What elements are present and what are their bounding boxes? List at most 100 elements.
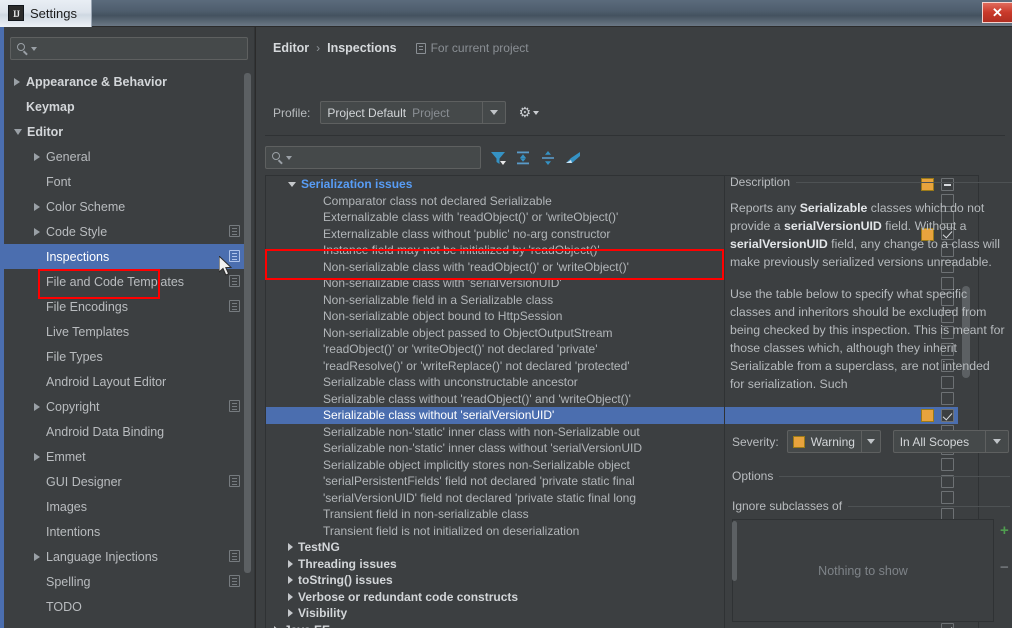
project-icon	[415, 42, 426, 54]
sidebar-item-android-layout-editor[interactable]: Android Layout Editor	[0, 369, 250, 394]
panel-divider	[724, 175, 725, 628]
sidebar-item-file-and-code-templates[interactable]: File and Code Templates	[0, 269, 250, 294]
sidebar-item-font[interactable]: Font	[0, 169, 250, 194]
inspection-label: Serializable non-'static' inner class wi…	[323, 441, 643, 456]
divider-line	[779, 475, 1010, 477]
inspection-details-panel: Description Reports any Serializable cla…	[730, 175, 1012, 628]
chevron-right-icon[interactable]	[34, 552, 40, 561]
copy-settings-icon[interactable]	[229, 475, 240, 487]
chevron-down-icon[interactable]	[14, 128, 22, 135]
reset-icon[interactable]	[564, 149, 582, 167]
sidebar-item-label: Inspections	[46, 249, 110, 264]
sidebar-item-live-templates[interactable]: Live Templates	[0, 319, 250, 344]
sidebar-item-inspections[interactable]: Inspections	[0, 244, 250, 269]
profile-label: Profile:	[273, 105, 311, 120]
sidebar-item-label: File Types	[46, 349, 103, 364]
scope-select[interactable]: In All Scopes	[892, 430, 1009, 453]
sidebar-item-label: Copyright	[46, 399, 100, 414]
sidebar-item-keymap[interactable]: Keymap	[0, 94, 250, 119]
chevron-right-icon[interactable]	[34, 402, 40, 411]
ignore-subclasses-table[interactable]: Nothing to show	[732, 519, 994, 622]
profile-gear-button[interactable]: ⚙	[518, 105, 540, 119]
copy-settings-icon[interactable]	[229, 550, 240, 562]
sidebar-item-android-data-binding[interactable]: Android Data Binding	[0, 419, 250, 444]
sidebar-item-label: Code Style	[46, 224, 108, 239]
sidebar-item-todo[interactable]: TODO	[0, 594, 250, 619]
copy-settings-icon[interactable]	[229, 250, 240, 262]
profile-select[interactable]: Project Default Project	[320, 101, 507, 124]
chevron-down-icon[interactable]	[984, 431, 1008, 452]
sidebar-item-copyright[interactable]: Copyright	[0, 394, 250, 419]
filter-icon[interactable]	[489, 149, 507, 167]
sidebar-item-intentions[interactable]: Intentions	[0, 519, 250, 544]
search-icon	[17, 43, 28, 54]
description-text: Reports any	[730, 201, 800, 215]
breadcrumb-current: Inspections	[327, 41, 397, 55]
sidebar-item-images[interactable]: Images	[0, 494, 250, 519]
sidebar-scrollbar[interactable]	[244, 73, 251, 573]
sidebar-item-file-encodings[interactable]: File Encodings	[0, 294, 250, 319]
chevron-right-icon[interactable]	[288, 576, 293, 585]
chevron-right-icon[interactable]	[14, 77, 20, 86]
severity-label: Severity:	[732, 434, 779, 449]
chevron-right-icon[interactable]	[288, 609, 293, 618]
sidebar-item-label: GUI Designer	[46, 474, 122, 489]
emphasized-term: Serializable	[799, 201, 868, 215]
search-icon	[272, 152, 283, 163]
profile-row: Profile: Project Default Project ⚙	[273, 101, 540, 124]
sidebar-item-code-style[interactable]: Code Style	[0, 219, 250, 244]
chevron-right-icon[interactable]	[34, 452, 40, 461]
empty-table-message: Nothing to show	[818, 563, 908, 578]
search-input[interactable]	[37, 40, 247, 57]
inspection-search[interactable]	[265, 146, 481, 169]
copy-settings-icon[interactable]	[229, 225, 240, 237]
sidebar-item-label: Editor	[27, 124, 64, 139]
chevron-right-icon[interactable]	[288, 543, 293, 552]
chevron-right-icon[interactable]	[34, 152, 40, 161]
sidebar-item-editor[interactable]: Editor	[0, 119, 250, 144]
window-body: Appearance & Behavior Keymap Editor General…	[0, 27, 1012, 628]
copy-settings-icon[interactable]	[229, 275, 240, 287]
sidebar-item-language-injections[interactable]: Language Injections	[0, 544, 250, 569]
add-class-button[interactable]: +	[1000, 523, 1009, 538]
expand-all-icon[interactable]	[514, 149, 532, 167]
sidebar-item-label: Android Data Binding	[46, 424, 165, 439]
sidebar-item-gui-designer[interactable]: GUI Designer	[0, 469, 250, 494]
inspection-label: 'serialVersionUID' field not declared 'p…	[323, 490, 637, 505]
chevron-right-icon[interactable]	[288, 559, 293, 568]
copy-settings-icon[interactable]	[229, 400, 240, 412]
chevron-right-icon[interactable]	[34, 227, 40, 236]
breadcrumb-separator: ›	[316, 41, 321, 55]
emphasized-term: serialVersionUID	[784, 219, 882, 233]
chevron-down-icon	[533, 110, 540, 115]
description-title: Description	[730, 175, 1012, 189]
collapse-all-icon[interactable]	[539, 149, 557, 167]
sidebar-divider	[254, 27, 255, 628]
settings-sidebar: Appearance & Behavior Keymap Editor General…	[0, 27, 256, 628]
sidebar-search[interactable]	[10, 37, 248, 60]
chevron-down-icon[interactable]	[860, 431, 880, 452]
close-icon[interactable]: ✕	[982, 2, 1012, 23]
sidebar-item-file-types[interactable]: File Types	[0, 344, 250, 369]
sidebar-item-label: TODO	[46, 599, 82, 614]
chevron-down-icon[interactable]	[288, 181, 296, 187]
remove-class-button[interactable]: −	[1000, 560, 1009, 575]
inspection-label: Serializable non-'static' inner class wi…	[323, 424, 640, 439]
breadcrumb-parent[interactable]: Editor	[273, 41, 309, 55]
sidebar-item-color-scheme[interactable]: Color Scheme	[0, 194, 250, 219]
sidebar-item-emmet[interactable]: Emmet	[0, 444, 250, 469]
sidebar-item-general[interactable]: General	[0, 144, 250, 169]
inspection-search-input[interactable]	[292, 149, 480, 166]
sidebar-item-spelling[interactable]: Spelling	[0, 569, 250, 594]
inspection-label: toString() issues	[298, 573, 393, 588]
chevron-down-icon[interactable]	[482, 102, 505, 123]
copy-settings-icon[interactable]	[229, 300, 240, 312]
chevron-right-icon[interactable]	[34, 202, 40, 211]
copy-settings-icon[interactable]	[229, 575, 240, 587]
ignore-subclasses-label: Ignore subclasses of	[732, 499, 843, 513]
ignore-table-scrollbar[interactable]	[732, 521, 737, 581]
sidebar-item-appearance-behavior[interactable]: Appearance & Behavior	[0, 69, 250, 94]
severity-select[interactable]: Warning	[786, 430, 881, 453]
chevron-right-icon[interactable]	[288, 592, 293, 601]
inspection-label: TestNG	[298, 540, 340, 555]
